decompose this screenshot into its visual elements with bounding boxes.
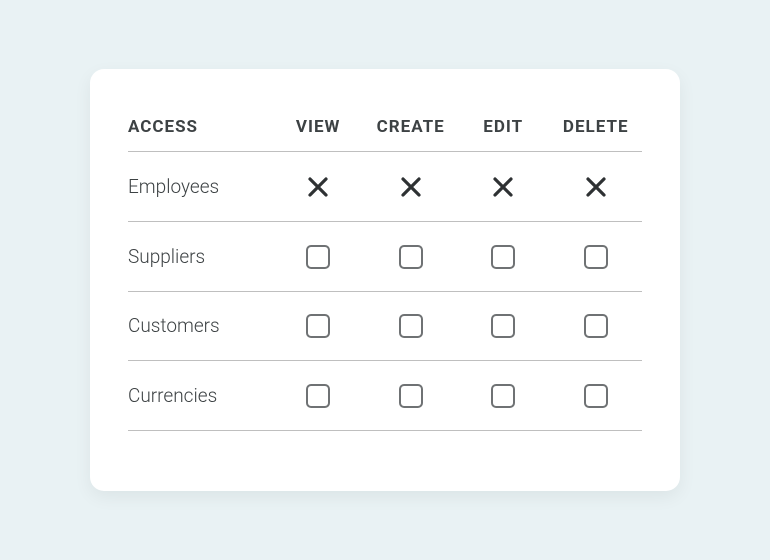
cell-currencies-delete xyxy=(549,361,642,431)
table-row: Suppliers xyxy=(128,221,642,291)
checkbox-currencies-view[interactable] xyxy=(306,384,330,408)
checkbox-suppliers-create[interactable] xyxy=(399,245,423,269)
cell-employees-create xyxy=(364,151,457,221)
checkbox-customers-delete[interactable] xyxy=(584,314,608,338)
permissions-table: ACCESS VIEW CREATE EDIT DELETE Employees… xyxy=(128,107,642,432)
cell-employees-edit xyxy=(457,151,550,221)
cell-suppliers-create xyxy=(364,221,457,291)
cell-currencies-create xyxy=(364,361,457,431)
header-delete: DELETE xyxy=(549,107,642,152)
cell-currencies-edit xyxy=(457,361,550,431)
permissions-card: ACCESS VIEW CREATE EDIT DELETE Employees… xyxy=(90,69,680,492)
cell-customers-edit xyxy=(457,291,550,361)
cell-suppliers-delete xyxy=(549,221,642,291)
cell-employees-view xyxy=(272,151,365,221)
checkbox-suppliers-view[interactable] xyxy=(306,245,330,269)
row-label-customers: Customers xyxy=(128,291,272,361)
cell-suppliers-view xyxy=(272,221,365,291)
checkbox-suppliers-edit[interactable] xyxy=(491,245,515,269)
checkbox-currencies-delete[interactable] xyxy=(584,384,608,408)
cell-currencies-view xyxy=(272,361,365,431)
permissions-body: EmployeesSuppliersCustomersCurrencies xyxy=(128,151,642,431)
table-row: Customers xyxy=(128,291,642,361)
denied-x-icon xyxy=(584,175,608,199)
checkbox-customers-create[interactable] xyxy=(399,314,423,338)
checkbox-customers-edit[interactable] xyxy=(491,314,515,338)
checkbox-currencies-edit[interactable] xyxy=(491,384,515,408)
checkbox-suppliers-delete[interactable] xyxy=(584,245,608,269)
row-label-employees: Employees xyxy=(128,151,272,221)
denied-x-icon xyxy=(491,175,515,199)
permissions-header-row: ACCESS VIEW CREATE EDIT DELETE xyxy=(128,107,642,152)
header-create: CREATE xyxy=(364,107,457,152)
denied-x-icon xyxy=(306,175,330,199)
row-label-currencies: Currencies xyxy=(128,361,272,431)
cell-customers-delete xyxy=(549,291,642,361)
cell-customers-create xyxy=(364,291,457,361)
cell-customers-view xyxy=(272,291,365,361)
row-label-suppliers: Suppliers xyxy=(128,221,272,291)
header-edit: EDIT xyxy=(457,107,550,152)
cell-employees-delete xyxy=(549,151,642,221)
checkbox-currencies-create[interactable] xyxy=(399,384,423,408)
header-access: ACCESS xyxy=(128,107,272,152)
denied-x-icon xyxy=(399,175,423,199)
table-row: Currencies xyxy=(128,361,642,431)
table-row: Employees xyxy=(128,151,642,221)
checkbox-customers-view[interactable] xyxy=(306,314,330,338)
cell-suppliers-edit xyxy=(457,221,550,291)
header-view: VIEW xyxy=(272,107,365,152)
